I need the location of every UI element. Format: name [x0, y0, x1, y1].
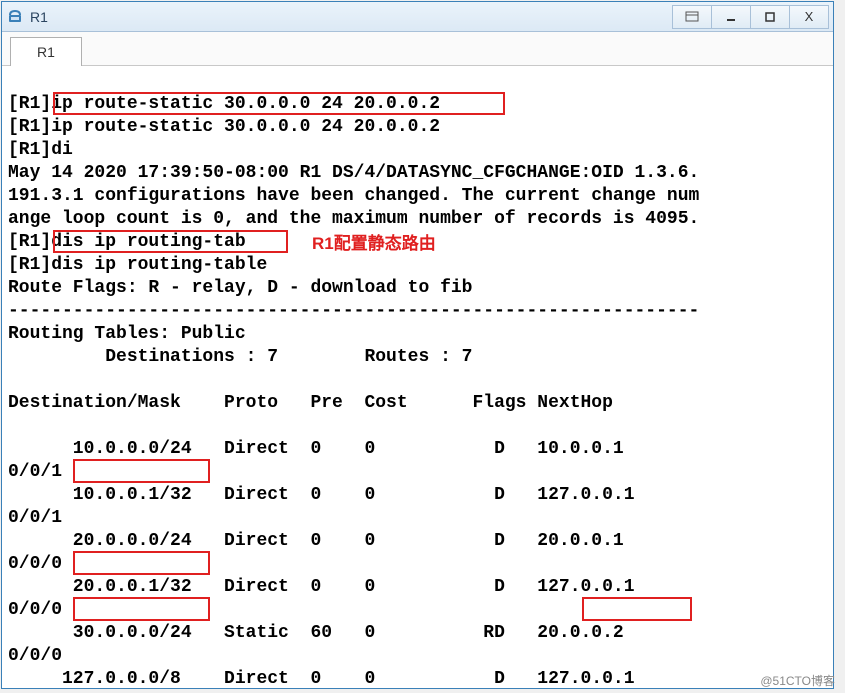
- window-title: R1: [30, 9, 673, 25]
- maximize-button[interactable]: [750, 5, 790, 29]
- highlight-box-dest1: [73, 459, 210, 483]
- terminal-line: 191.3.1 configurations have been changed…: [8, 186, 699, 206]
- terminal-line: 10.0.0.1/32 Direct 0 0 D 127.0.0.1: [8, 485, 635, 505]
- terminal-line: Destination/Mask Proto Pre Cost Flags Ne…: [8, 393, 613, 413]
- menu-button[interactable]: [672, 5, 712, 29]
- terminal-line: 0/0/0: [8, 600, 62, 620]
- highlight-box-dest2: [73, 551, 210, 575]
- terminal-line: Routing Tables: Public: [8, 324, 246, 344]
- terminal-line: 0/0/0: [8, 646, 62, 666]
- app-icon: [6, 8, 24, 26]
- terminal-line: 0/0/1: [8, 462, 62, 482]
- terminal-output[interactable]: [R1]ip route-static 30.0.0.0 24 20.0.0.2…: [2, 66, 833, 688]
- tab-bar: R1: [2, 32, 833, 66]
- highlight-box-dest3: [73, 597, 210, 621]
- watermark: @51CTO博客: [760, 672, 835, 689]
- annotation-label: R1配置静态路由: [312, 232, 436, 255]
- terminal-line: 20.0.0.1/32 Direct 0 0 D 127.0.0.1: [8, 577, 635, 597]
- terminal-line: 20.0.0.0/24 Direct 0 0 D 20.0.0.1: [8, 531, 624, 551]
- terminal-line: [R1]ip route-static 30.0.0.0 24 20.0.0.2: [8, 94, 440, 114]
- highlight-box-nexthop: [582, 597, 692, 621]
- terminal-line: [R1]di: [8, 140, 73, 160]
- window-controls: X: [673, 5, 829, 29]
- terminal-line: 0/0/1: [8, 508, 62, 528]
- terminal-line: [R1]dis ip routing-tab: [8, 232, 246, 252]
- terminal-line: 30.0.0.0/24 Static 60 0 RD 20.0.0.2: [8, 623, 624, 643]
- terminal-line: 10.0.0.0/24 Direct 0 0 D 10.0.0.1: [8, 439, 624, 459]
- terminal-line: Route Flags: R - relay, D - download to …: [8, 278, 472, 298]
- terminal-line: 0/0/0: [8, 554, 62, 574]
- close-button[interactable]: X: [789, 5, 829, 29]
- terminal-line: May 14 2020 17:39:50-08:00 R1 DS/4/DATAS…: [8, 163, 699, 183]
- terminal-window: R1 X R1 [R1]ip route-static 30.0.0.0 24 …: [1, 1, 834, 689]
- terminal-line: [R1]dis ip routing-table: [8, 255, 267, 275]
- terminal-line: Destinations : 7 Routes : 7: [8, 347, 472, 367]
- terminal-line: 127.0.0.0/8 Direct 0 0 D 127.0.0.1: [8, 669, 635, 688]
- tab-r1[interactable]: R1: [10, 37, 82, 66]
- terminal-line: ----------------------------------------…: [8, 301, 699, 321]
- terminal-line: [R1]ip route-static 30.0.0.0 24 20.0.0.2: [8, 117, 440, 137]
- titlebar[interactable]: R1 X: [2, 2, 833, 32]
- terminal-line: ange loop count is 0, and the maximum nu…: [8, 209, 699, 229]
- minimize-button[interactable]: [711, 5, 751, 29]
